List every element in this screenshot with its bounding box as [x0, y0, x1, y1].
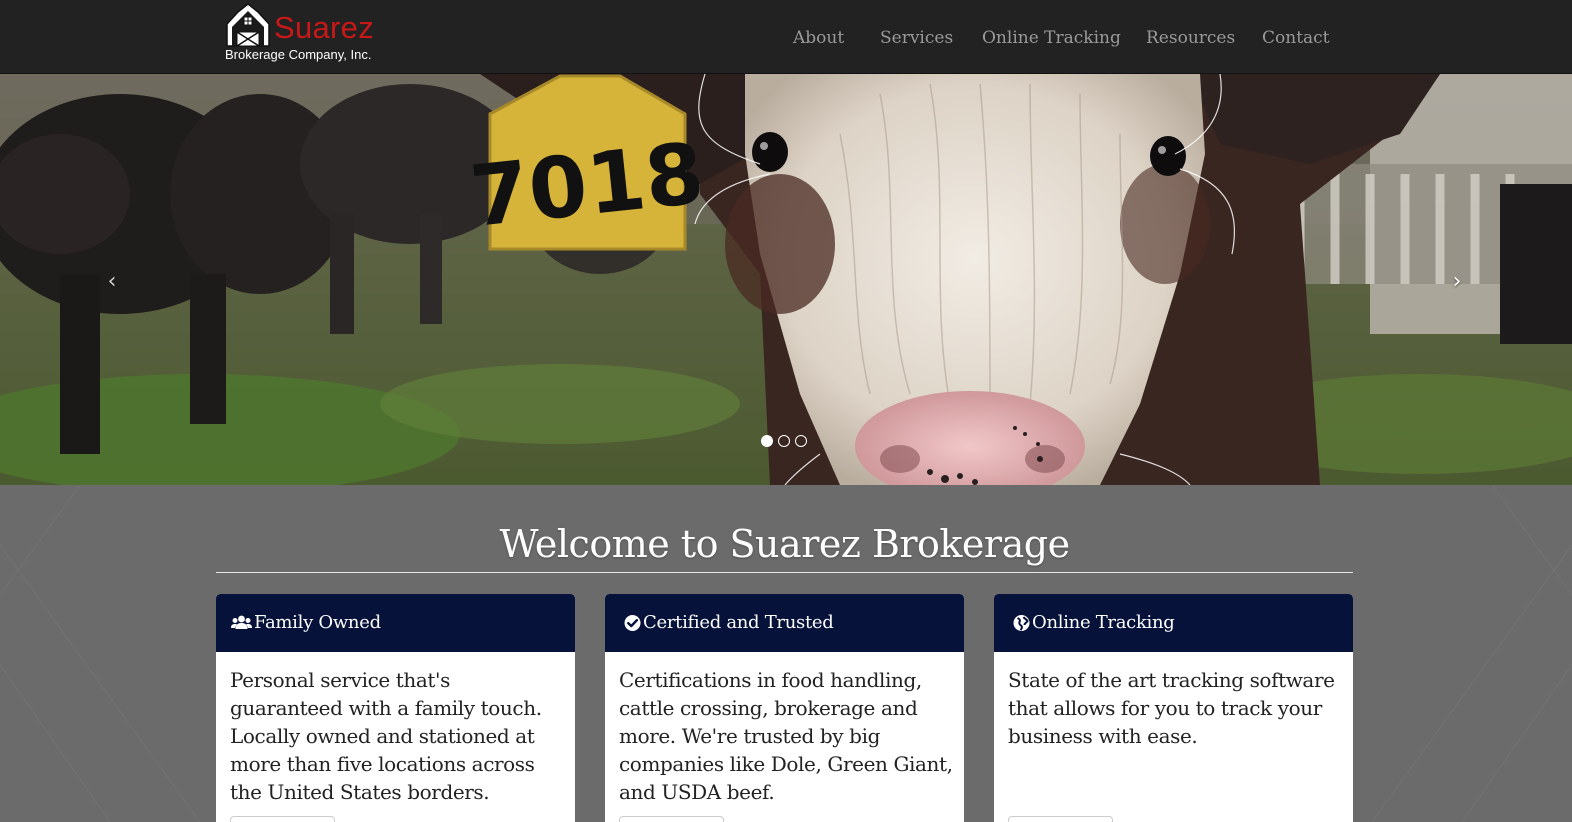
brand-logo[interactable]: Suarez Brokerage Company, Inc.: [222, 0, 392, 70]
panel-more-button[interactable]: [1008, 816, 1113, 822]
check-circle-icon: [624, 615, 641, 631]
nav-contact[interactable]: Contact: [1262, 24, 1330, 52]
panel-certified-trusted: Certified and Trusted Certifications in …: [605, 594, 964, 822]
carousel-next-button[interactable]: ›: [1437, 262, 1477, 302]
welcome-heading: Welcome to Suarez Brokerage: [499, 522, 1070, 566]
globe-icon: [1013, 615, 1030, 631]
carousel-indicator-3[interactable]: [795, 435, 807, 447]
chevron-left-icon: ‹: [107, 269, 117, 294]
carousel-indicators: [761, 435, 811, 449]
nav-resources[interactable]: Resources: [1146, 24, 1235, 52]
panel-online-tracking: Online Tracking State of the art trackin…: [994, 594, 1353, 822]
carousel-slide-image: 7018: [0, 74, 1572, 485]
panel-body: Personal service that's guaranteed with …: [230, 668, 542, 804]
nav-online-tracking[interactable]: Online Tracking: [982, 24, 1121, 52]
chevron-right-icon: ›: [1452, 269, 1462, 294]
users-icon: [231, 615, 252, 629]
panel-body: Certifications in food handling, cattle …: [619, 668, 953, 804]
panel-family-owned: Family Owned Personal service that's gua…: [216, 594, 575, 822]
panel-title: Certified and Trusted: [643, 612, 834, 633]
heading-divider: [216, 572, 1353, 573]
navbar: Suarez Brokerage Company, Inc. About Ser…: [0, 0, 1572, 74]
nav-services[interactable]: Services: [880, 24, 953, 52]
panel-body: State of the art tracking software that …: [1008, 668, 1335, 748]
brand-name: Suarez: [274, 10, 375, 45]
brand-subtitle: Brokerage Company, Inc.: [225, 47, 372, 62]
panel-title: Family Owned: [254, 612, 381, 633]
barn-logo-icon: [226, 3, 270, 47]
panel-header: Online Tracking: [994, 594, 1353, 652]
panel-header: Certified and Trusted: [605, 594, 964, 652]
panel-more-button[interactable]: [619, 816, 724, 822]
nav-about[interactable]: About: [793, 24, 844, 52]
carousel-indicator-2[interactable]: [778, 435, 790, 447]
carousel-prev-button[interactable]: ‹: [92, 262, 132, 302]
panel-more-button[interactable]: [230, 816, 335, 822]
carousel-indicator-1[interactable]: [761, 435, 773, 447]
panel-title: Online Tracking: [1032, 612, 1175, 633]
hero-carousel: 7018 ‹ ›: [0, 74, 1572, 485]
panel-header: Family Owned: [216, 594, 575, 652]
main-content: Welcome to Suarez Brokerage Family Owned…: [0, 485, 1572, 822]
